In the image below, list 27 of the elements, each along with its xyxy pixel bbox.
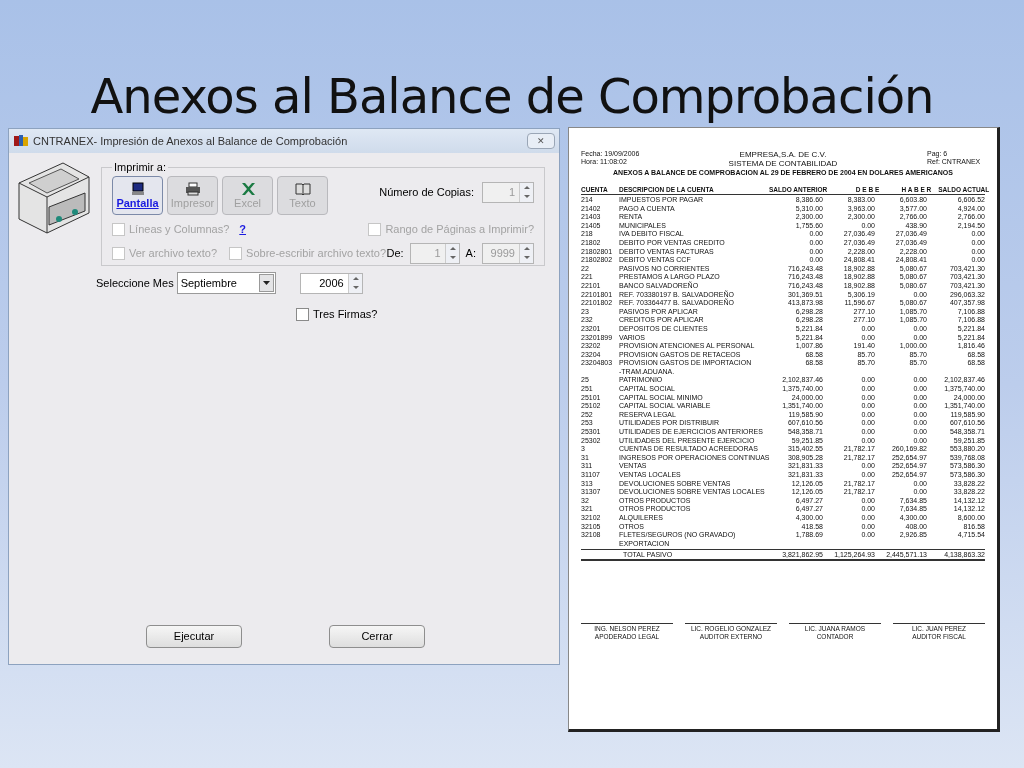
system-name: SISTEMA DE CONTABILIDAD: [728, 159, 838, 168]
checkbox-label: Rango de Páginas a Imprimir?: [385, 222, 534, 237]
copies-label: Número de Copias:: [379, 185, 474, 200]
spreadsheet-icon: [239, 182, 256, 196]
spin-field[interactable]: 2006: [299, 272, 363, 294]
checkbox-label: Ver archivo texto?: [129, 245, 218, 261]
window-title: CNTRANEX- Impresión de Anexos al Balance de Comprobación: [33, 133, 349, 149]
app-icon: [13, 134, 29, 148]
close-button[interactable]: ✕: [527, 133, 555, 149]
dialog-button[interactable]: Ejecutar: [146, 625, 242, 648]
help-link[interactable]: ?: [239, 221, 246, 238]
month-dropdown[interactable]: Septiembre: [176, 272, 276, 294]
company-name: EMPRESA,S.A. DE C.V.: [739, 150, 827, 159]
month-label: Seleccione Mes: [96, 275, 174, 291]
checkbox-label: Sobre-escribir archivo texto?: [246, 245, 387, 261]
from-label: De:: [386, 245, 404, 261]
printer-icon: [184, 182, 201, 196]
checkbox[interactable]: [296, 307, 309, 321]
output-button[interactable]: Pantalla: [112, 176, 163, 215]
book-icon: [294, 182, 311, 196]
dialog-button[interactable]: Cerrar: [329, 625, 425, 648]
slide-title: Anexos al Balance de Comprobación: [89, 68, 935, 124]
checkbox-label: Tres Firmas?: [313, 307, 378, 322]
to-label: A:: [465, 245, 476, 261]
checkbox-label: Líneas y Columnas?: [129, 222, 230, 237]
monitor-icon: [130, 182, 145, 196]
group-legend: Imprimir a:: [112, 160, 168, 174]
